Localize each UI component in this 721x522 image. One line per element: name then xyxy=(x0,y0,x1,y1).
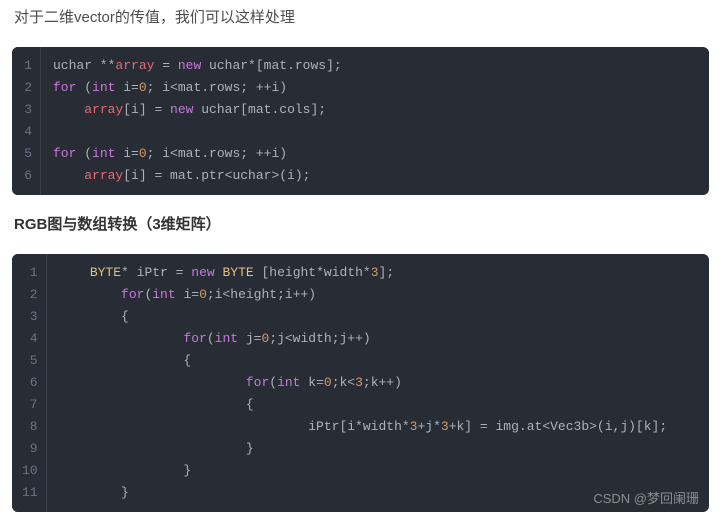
code-line: uchar **array = new uchar*[mat.rows]; xyxy=(53,55,697,77)
line-number: 4 xyxy=(12,328,46,350)
line-number: 4 xyxy=(12,121,40,143)
line-number: 7 xyxy=(12,394,46,416)
code-line: } xyxy=(59,438,697,460)
line-number: 6 xyxy=(12,165,40,187)
line-number: 6 xyxy=(12,372,46,394)
intro-text: 对于二维vector的传值，我们可以这样处理 xyxy=(0,0,721,33)
code-line: for (int i=0; i<mat.rows; ++i) xyxy=(53,77,697,99)
line-number: 5 xyxy=(12,350,46,372)
line-number: 3 xyxy=(12,306,46,328)
code-line: for(int k=0;k<3;k++) xyxy=(59,372,697,394)
line-number: 2 xyxy=(12,77,40,99)
code-line: { xyxy=(59,306,697,328)
code-line: } xyxy=(59,482,697,504)
line-number: 1 xyxy=(12,262,46,284)
line-number: 3 xyxy=(12,99,40,121)
line-number: 10 xyxy=(12,460,46,482)
code-block-1: 123456 uchar **array = new uchar*[mat.ro… xyxy=(12,47,709,195)
code-line xyxy=(53,121,697,143)
code-line: BYTE* iPtr = new BYTE [height*width*3]; xyxy=(59,262,697,284)
code-line: for(int j=0;j<width;j++) xyxy=(59,328,697,350)
line-number: 2 xyxy=(12,284,46,306)
code-2-gutter: 1234567891011 xyxy=(12,254,47,512)
code-line: iPtr[i*width*3+j*3+k] = img.at<Vec3b>(i,… xyxy=(59,416,697,438)
code-1-gutter: 123456 xyxy=(12,47,41,195)
line-number: 11 xyxy=(12,482,46,504)
section-heading: RGB图与数组转换（3维矩阵） xyxy=(0,195,721,240)
code-line: array[i] = new uchar[mat.cols]; xyxy=(53,99,697,121)
code-line: array[i] = mat.ptr<uchar>(i); xyxy=(53,165,697,187)
code-line: { xyxy=(59,394,697,416)
code-2-content: BYTE* iPtr = new BYTE [height*width*3]; … xyxy=(47,254,709,512)
line-number: 8 xyxy=(12,416,46,438)
code-line: } xyxy=(59,460,697,482)
line-number: 9 xyxy=(12,438,46,460)
code-block-2: 1234567891011 BYTE* iPtr = new BYTE [hei… xyxy=(12,254,709,512)
line-number: 1 xyxy=(12,55,40,77)
code-1-content: uchar **array = new uchar*[mat.rows];for… xyxy=(41,47,709,195)
code-line: for(int i=0;i<height;i++) xyxy=(59,284,697,306)
line-number: 5 xyxy=(12,143,40,165)
code-line: for (int i=0; i<mat.rows; ++i) xyxy=(53,143,697,165)
code-line: { xyxy=(59,350,697,372)
